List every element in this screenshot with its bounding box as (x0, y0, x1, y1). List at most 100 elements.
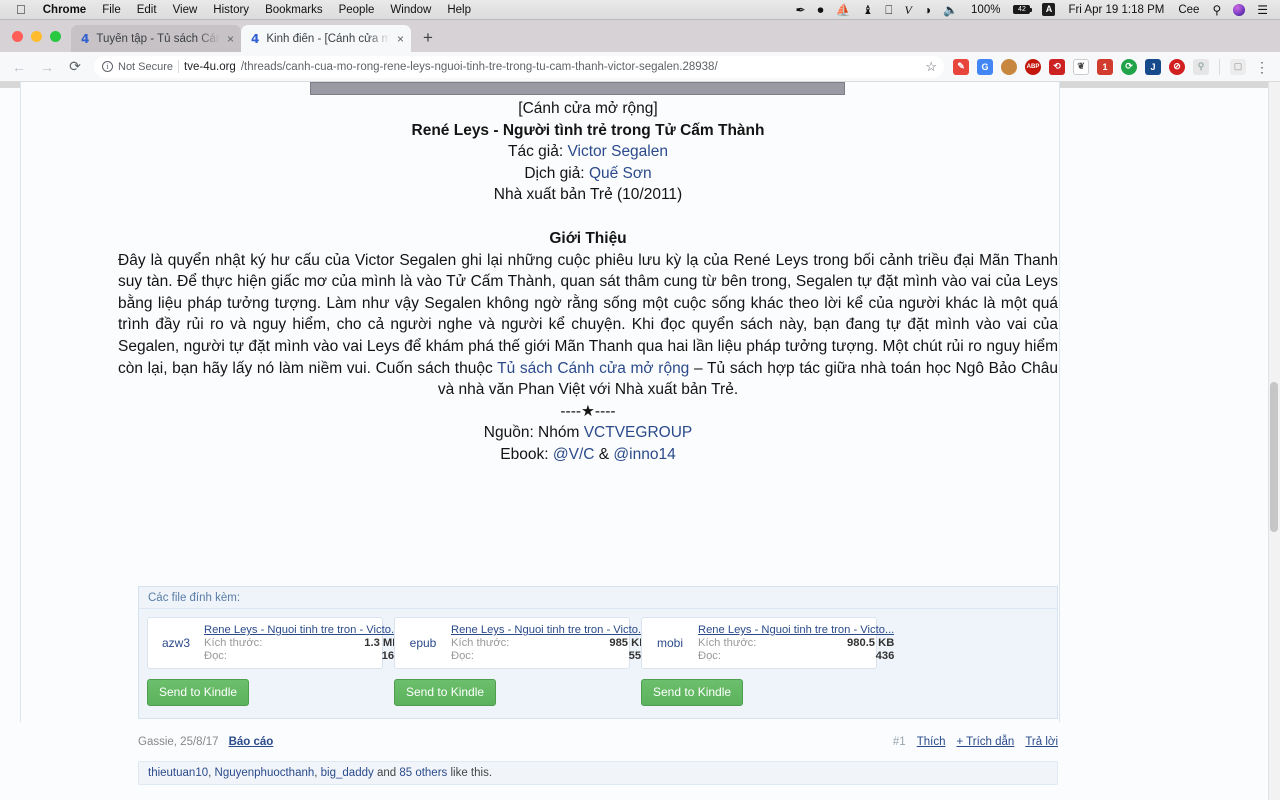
menu-bookmarks[interactable]: Bookmarks (257, 0, 331, 20)
macos-menubar:  Chrome File Edit View History Bookmark… (0, 0, 1280, 20)
battery-icon[interactable]: 42 (1007, 4, 1036, 15)
wifi-icon[interactable]: ◑ (918, 0, 937, 20)
attachment-card[interactable]: epub Rene Leys - Nguoi tinh tre tron - V… (394, 617, 647, 669)
publisher-line: Nhà xuất bản Trẻ (10/2011) (493, 186, 683, 204)
maximize-window-button[interactable] (50, 30, 61, 42)
bookmark-star-icon[interactable]: ☆ (922, 59, 940, 75)
likes-others-link[interactable]: 85 others (399, 767, 447, 779)
block-extension-icon[interactable]: ⊘ (1169, 58, 1185, 75)
browser-tab-2[interactable]: 4 Kinh điển - [Cánh cửa mở rộng × (241, 25, 411, 52)
ebook-label: Ebook: (500, 445, 549, 463)
input-source-icon[interactable]: A (1036, 3, 1061, 16)
reload-button[interactable]: ⟳ (62, 58, 88, 75)
kindle-buttons-row: Send to Kindle Send to Kindle Send to Ki… (139, 669, 1057, 718)
ebook-amp: & (598, 445, 610, 463)
attachment-type: mobi (656, 636, 683, 650)
attachment-item[interactable]: azw3 Rene Leys - Nguoi tinh tre tron - V… (147, 617, 400, 669)
attachment-filename-link[interactable]: Rene Leys - Nguoi tinh tre tron - Victo.… (204, 624, 400, 636)
author-link[interactable]: Victor Segalen (567, 143, 668, 160)
ghost-extension-icon[interactable]: ❦ (1073, 58, 1089, 75)
translator-label: Dịch giả: (524, 164, 585, 182)
display-icon[interactable]: ⎕ (879, 0, 898, 20)
page-scrollbar[interactable] (1268, 82, 1280, 800)
ebook-credit-link-1[interactable]: @V/C (553, 446, 595, 463)
attachment-card[interactable]: mobi Rene Leys - Nguoi tinh tre tron - V… (641, 617, 894, 669)
menubar-user[interactable]: Cee (1171, 4, 1206, 16)
menubar-clock[interactable]: Fri Apr 19 1:18 PM (1061, 4, 1171, 16)
send-to-kindle-button-azw3[interactable]: Send to Kindle (147, 679, 250, 706)
size-value: 980.5 KB (847, 637, 895, 649)
volume-icon[interactable]: 🔈 (937, 0, 964, 20)
bat-icon[interactable]: ♝ (857, 0, 880, 20)
like-button[interactable]: Thích (917, 736, 946, 748)
battery-percent[interactable]: 100% (964, 4, 1007, 16)
ebook-credit-link-2[interactable]: @inno14 (613, 446, 675, 463)
close-icon[interactable]: × (397, 33, 404, 45)
forward-button[interactable]: → (34, 59, 60, 75)
chrome-menu-button[interactable]: ⋮ (1251, 60, 1274, 74)
reply-button[interactable]: Trả lời (1025, 736, 1058, 748)
cast-icon[interactable]: ▢ (1230, 58, 1246, 75)
apple-logo-icon[interactable]:  (6, 1, 35, 19)
attachment-filename-link[interactable]: Rene Leys - Nguoi tinh tre tron - Victo.… (451, 624, 647, 636)
liker-link-1[interactable]: thieutuan10 (148, 767, 208, 779)
likes-suffix: like this. (450, 767, 493, 779)
search-icon[interactable]: ⚲ (1206, 0, 1227, 20)
menu-view[interactable]: View (165, 0, 206, 20)
liker-link-2[interactable]: Nguyenphuocthanh (215, 767, 315, 779)
size-label: Kích thước: (451, 637, 510, 649)
attachment-item[interactable]: epub Rene Leys - Nguoi tinh tre tron - V… (394, 617, 647, 669)
menu-history[interactable]: History (205, 0, 257, 20)
search-extension-icon[interactable]: ⚲ (1193, 58, 1209, 75)
minimize-window-button[interactable] (31, 30, 42, 42)
cookie-extension-icon[interactable] (1001, 58, 1017, 75)
browser-tab-1[interactable]: 4 Tuyển tập - Tủ sách Cánh cửa × (71, 25, 241, 52)
pen-extension-icon[interactable]: ✎ (953, 58, 969, 75)
post-number[interactable]: #1 (893, 736, 906, 748)
siri-icon[interactable] (1227, 3, 1251, 16)
report-link[interactable]: Báo cáo (229, 736, 274, 748)
attachment-item[interactable]: mobi Rene Leys - Nguoi tinh tre tron - V… (641, 617, 894, 669)
address-bar[interactable]: i Not Secure tve-4u.org/threads/canh-cua… (94, 55, 944, 78)
menu-window[interactable]: Window (382, 0, 439, 20)
notification-center-icon[interactable]: ☰ (1251, 0, 1274, 20)
series-link[interactable]: Tủ sách Cánh cửa mở rộng (497, 360, 689, 377)
green-circle-extension-icon[interactable]: ⟳ (1121, 58, 1137, 75)
site-info-icon[interactable]: i (102, 61, 113, 72)
send-to-kindle-button-mobi[interactable]: Send to Kindle (641, 679, 744, 706)
attachment-meta: Rene Leys - Nguoi tinh tre tron - Victo.… (451, 621, 655, 665)
translator-link[interactable]: Quế Sơn (589, 165, 652, 182)
attachment-card[interactable]: azw3 Rene Leys - Nguoi tinh tre tron - V… (147, 617, 400, 669)
redirect-extension-icon[interactable]: ⟲ (1049, 58, 1065, 75)
back-button[interactable]: ← (6, 59, 32, 75)
skype-icon[interactable]: ⏺ (812, 0, 830, 20)
menu-chrome[interactable]: Chrome (35, 0, 94, 20)
menu-file[interactable]: File (94, 0, 129, 20)
source-link[interactable]: VCTVEGROUP (584, 424, 693, 441)
v-icon[interactable]: V (898, 0, 917, 20)
close-icon[interactable]: × (227, 33, 234, 45)
quote-button[interactable]: + Trích dẫn (956, 736, 1014, 748)
toolbar-divider (1219, 58, 1220, 75)
new-tab-button[interactable]: + (411, 29, 443, 50)
docker-icon[interactable]: ⛵ (830, 0, 857, 20)
attachment-meta: Rene Leys - Nguoi tinh tre tron - Victo.… (698, 621, 902, 665)
scrollbar-thumb[interactable] (1270, 382, 1278, 532)
post-message-body: [Cánh cửa mở rộng] René Leys - Người tìn… (118, 98, 1058, 466)
close-window-button[interactable] (12, 30, 23, 42)
attachment-filename-link[interactable]: Rene Leys - Nguoi tinh tre tron - Victo.… (698, 624, 894, 636)
notes-extension-icon[interactable]: 1 (1097, 58, 1113, 75)
likes-mid: and (376, 767, 397, 779)
url-path: /threads/canh-cua-mo-rong-rene-leys-nguo… (240, 60, 718, 73)
menu-help[interactable]: Help (439, 0, 479, 20)
google-translate-icon[interactable]: G (977, 58, 993, 75)
tab-favicon: 4 (81, 31, 90, 46)
attachment-type: azw3 (161, 636, 190, 650)
send-to-kindle-button-epub[interactable]: Send to Kindle (394, 679, 497, 706)
menu-edit[interactable]: Edit (129, 0, 165, 20)
feather-icon[interactable]: ✒ (789, 0, 811, 20)
menu-people[interactable]: People (331, 0, 383, 20)
j-extension-icon[interactable]: J (1145, 58, 1161, 75)
adblock-plus-icon[interactable]: ABP (1025, 58, 1041, 75)
liker-link-3[interactable]: big_daddy (321, 767, 374, 779)
